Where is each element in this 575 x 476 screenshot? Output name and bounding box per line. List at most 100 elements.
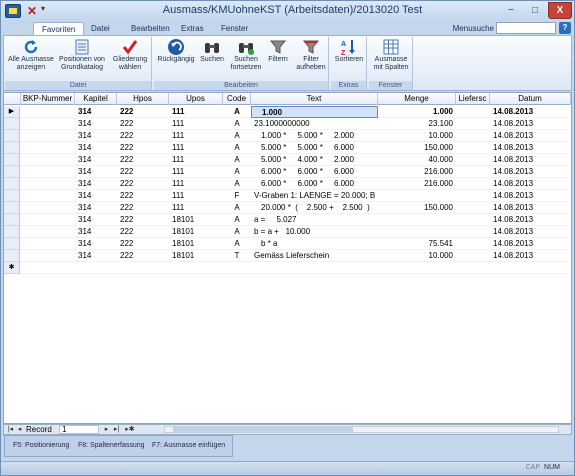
cell-datum[interactable]: 14.08.2013 bbox=[490, 250, 571, 262]
table-row[interactable]: 314 222 18101 T Gemäss Lieferschein 10.000 14.… bbox=[4, 250, 571, 262]
cell-upos[interactable]: 18101 bbox=[169, 238, 223, 250]
table-row[interactable]: 314 222 111 A 6.000 * 6.000 * 6.000 216.000 14… bbox=[4, 178, 571, 190]
header-lieferschein[interactable]: Liefersc bbox=[456, 93, 490, 105]
cell-datum[interactable]: 14.08.2013 bbox=[490, 130, 571, 142]
cell-bkp-nummer[interactable] bbox=[21, 214, 75, 226]
cell-datum[interactable]: 14.08.2013 bbox=[490, 238, 571, 250]
quick-access-undo-icon[interactable]: ✕ bbox=[25, 4, 39, 18]
filtern-button[interactable]: Filtern bbox=[264, 38, 292, 80]
cell-hpos[interactable]: 222 bbox=[117, 142, 169, 154]
suchen-fortsetzen-button[interactable]: Suchen fortsetzen bbox=[228, 38, 264, 80]
app-icon[interactable] bbox=[5, 4, 21, 18]
cell-kapitel[interactable]: 314 bbox=[75, 190, 117, 202]
cell-lieferschein[interactable] bbox=[456, 262, 490, 274]
cell-upos[interactable]: 111 bbox=[169, 106, 223, 118]
cell-text[interactable]: 23.1000000000 bbox=[251, 118, 378, 130]
next-record-button[interactable]: ▸ bbox=[102, 425, 111, 434]
cell-hpos[interactable] bbox=[117, 262, 169, 274]
cell-menge[interactable]: 10.000 bbox=[378, 250, 456, 262]
table-row[interactable]: 314 222 111 A 23.1000000000 23.100 14.08.2013 bbox=[4, 118, 571, 130]
tab-fenster[interactable]: Fenster bbox=[213, 22, 256, 36]
rueckgaengig-button[interactable]: Rückgängig bbox=[156, 38, 196, 80]
cell-upos[interactable]: 111 bbox=[169, 190, 223, 202]
horizontal-scrollbar-thumb[interactable] bbox=[173, 427, 353, 432]
cell-menge[interactable] bbox=[378, 262, 456, 274]
cell-hpos[interactable]: 222 bbox=[117, 118, 169, 130]
cell-text[interactable]: 1.000 bbox=[251, 106, 378, 118]
cell-menge[interactable]: 40.000 bbox=[378, 154, 456, 166]
cell-code[interactable]: A bbox=[223, 106, 251, 118]
cell-menge[interactable]: 10.000 bbox=[378, 130, 456, 142]
cell-lieferschein[interactable] bbox=[456, 154, 490, 166]
table-row[interactable]: ▶ 314 222 111 A 1.000 1.000 14.08.2013 bbox=[4, 106, 571, 118]
cell-bkp-nummer[interactable] bbox=[21, 106, 75, 118]
row-selector[interactable]: ✱ bbox=[4, 262, 20, 274]
cell-text[interactable] bbox=[251, 262, 378, 274]
menusuche-input[interactable] bbox=[496, 22, 556, 34]
cell-bkp-nummer[interactable] bbox=[21, 202, 75, 214]
cell-text[interactable]: 5.000 * 4.000 * 2.000 bbox=[251, 154, 378, 166]
table-row[interactable]: 314 222 18101 Ab = a + 10.000 14.08.2013 bbox=[4, 226, 571, 238]
cell-kapitel[interactable]: 314 bbox=[75, 142, 117, 154]
cell-datum[interactable]: 14.08.2013 bbox=[490, 106, 571, 118]
cell-lieferschein[interactable] bbox=[456, 238, 490, 250]
cell-hpos[interactable]: 222 bbox=[117, 130, 169, 142]
cell-lieferschein[interactable] bbox=[456, 250, 490, 262]
cell-menge[interactable]: 23.100 bbox=[378, 118, 456, 130]
tab-bearbeiten[interactable]: Bearbeiten bbox=[123, 22, 178, 36]
table-row[interactable]: ✱ bbox=[4, 262, 571, 274]
cell-datum[interactable] bbox=[490, 262, 571, 274]
cell-code[interactable]: A bbox=[223, 118, 251, 130]
cell-lieferschein[interactable] bbox=[456, 130, 490, 142]
cell-upos[interactable]: 111 bbox=[169, 154, 223, 166]
row-selector[interactable] bbox=[4, 118, 20, 130]
cell-text[interactable]: Gemäss Lieferschein bbox=[251, 250, 378, 262]
cell-kapitel[interactable]: 314 bbox=[75, 238, 117, 250]
cell-lieferschein[interactable] bbox=[456, 190, 490, 202]
cell-kapitel[interactable]: 314 bbox=[75, 214, 117, 226]
sortieren-button[interactable]: AZ Sortieren bbox=[332, 38, 366, 80]
cell-kapitel[interactable]: 314 bbox=[75, 106, 117, 118]
header-menge[interactable]: Menge bbox=[378, 93, 456, 105]
cell-hpos[interactable]: 222 bbox=[117, 106, 169, 118]
cell-bkp-nummer[interactable] bbox=[21, 178, 75, 190]
cell-kapitel[interactable]: 314 bbox=[75, 118, 117, 130]
cell-code[interactable]: A bbox=[223, 142, 251, 154]
cell-bkp-nummer[interactable] bbox=[21, 118, 75, 130]
cell-text[interactable]: 1.000 * 5.000 * 2.000 bbox=[251, 130, 378, 142]
cell-lieferschein[interactable] bbox=[456, 178, 490, 190]
cell-upos[interactable]: 111 bbox=[169, 118, 223, 130]
horizontal-scrollbar[interactable] bbox=[164, 426, 559, 433]
cell-hpos[interactable]: 222 bbox=[117, 238, 169, 250]
cell-lieferschein[interactable] bbox=[456, 166, 490, 178]
fkey-f8-spaltenerfassung[interactable]: F8: Spaltenerfassung bbox=[78, 442, 145, 449]
cell-kapitel[interactable]: 314 bbox=[75, 250, 117, 262]
cell-code[interactable]: A bbox=[223, 130, 251, 142]
cell-bkp-nummer[interactable] bbox=[21, 238, 75, 250]
gliederung-waehlen-button[interactable]: Gliederung wählen bbox=[109, 38, 151, 80]
cell-code[interactable]: A bbox=[223, 154, 251, 166]
cell-menge[interactable]: 216.000 bbox=[378, 178, 456, 190]
cell-bkp-nummer[interactable] bbox=[21, 142, 75, 154]
cell-code[interactable]: T bbox=[223, 250, 251, 262]
cell-hpos[interactable]: 222 bbox=[117, 190, 169, 202]
fkey-f5-positionierung[interactable]: F5: Positionierung bbox=[13, 442, 69, 449]
table-row[interactable]: 314 222 111 A 5.000 * 4.000 * 2.000 40.000 14.… bbox=[4, 154, 571, 166]
row-selector[interactable] bbox=[4, 250, 20, 262]
table-row[interactable]: 314 222 111 A 5.000 * 5.000 * 6.000 150.000 14… bbox=[4, 142, 571, 154]
cell-kapitel[interactable] bbox=[75, 262, 117, 274]
cell-code[interactable]: A bbox=[223, 238, 251, 250]
cell-kapitel[interactable]: 314 bbox=[75, 178, 117, 190]
cell-kapitel[interactable]: 314 bbox=[75, 226, 117, 238]
tab-datei[interactable]: Datei bbox=[83, 22, 118, 36]
minimize-button[interactable]: − bbox=[500, 2, 522, 19]
filter-aufheben-button[interactable]: Filter aufheben bbox=[294, 38, 328, 80]
table-row[interactable]: 314 222 111 A 1.000 * 5.000 * 2.000 10.000 14.… bbox=[4, 130, 571, 142]
cell-menge[interactable]: 75.541 bbox=[378, 238, 456, 250]
cell-bkp-nummer[interactable] bbox=[21, 226, 75, 238]
cell-bkp-nummer[interactable] bbox=[21, 262, 75, 274]
cell-text[interactable]: 5.000 * 5.000 * 6.000 bbox=[251, 142, 378, 154]
tab-extras[interactable]: Extras bbox=[173, 22, 212, 36]
fkey-f7-ausmasse-einfuegen[interactable]: F7: Ausmasse einfügen bbox=[152, 442, 225, 449]
alle-ausmasse-anzeigen-button[interactable]: Alle Ausmasse anzeigen bbox=[7, 38, 55, 80]
